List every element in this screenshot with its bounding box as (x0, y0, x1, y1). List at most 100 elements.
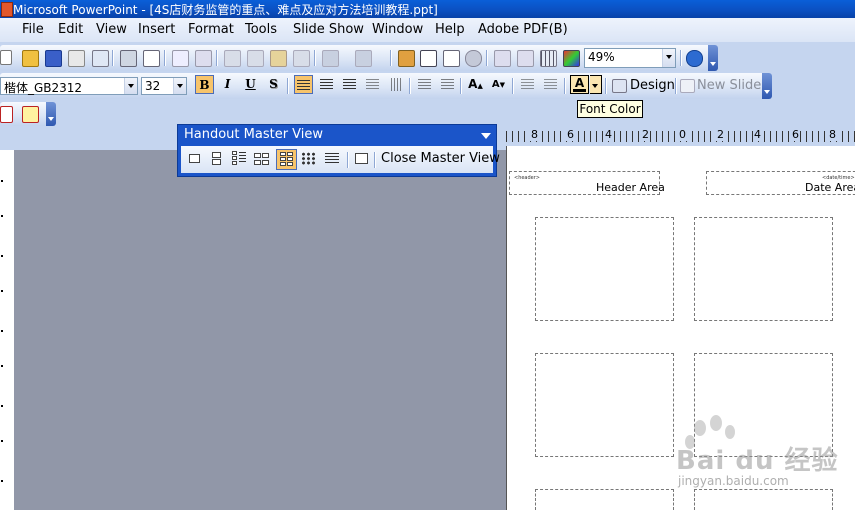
watermark-brand: Bai du 经验 (676, 446, 839, 476)
cut-icon[interactable] (224, 50, 241, 67)
slide-placeholder-3[interactable] (535, 353, 674, 457)
menu-slide-show[interactable]: Slide Show (293, 22, 364, 37)
layout-cell (280, 162, 286, 166)
menu-file[interactable]: File (22, 22, 44, 37)
bold-button[interactable]: B (195, 75, 214, 94)
zoom-dropdown-icon[interactable] (662, 49, 675, 67)
menu-edit[interactable]: Edit (58, 22, 83, 37)
ruler-label: 0 (678, 128, 687, 141)
slide-placeholder-1[interactable] (535, 217, 674, 321)
open-icon[interactable] (22, 50, 39, 67)
undo-icon[interactable] (322, 50, 339, 67)
outline-layout-button[interactable] (324, 151, 339, 166)
menu-help[interactable]: Help (435, 22, 465, 37)
font-size-dropdown-icon[interactable] (173, 78, 186, 94)
date-placeholder[interactable]: <date/time> Date Area (706, 171, 855, 195)
print-icon[interactable] (120, 50, 137, 67)
nine-slides-per-page-button[interactable] (301, 151, 316, 166)
menu-window[interactable]: Window (372, 22, 423, 37)
toolbar-options-icon[interactable] (481, 133, 491, 139)
new-slide-icon[interactable] (680, 79, 695, 93)
six-slides-per-page-button[interactable] (276, 149, 297, 170)
menu-insert[interactable]: Insert (138, 22, 175, 37)
new-slide-button[interactable]: New Slide (697, 78, 761, 93)
insert-chart-icon[interactable] (398, 50, 415, 67)
menu-adobe-pdf[interactable]: Adobe PDF(B) (478, 22, 568, 37)
ruler-mark (1, 365, 3, 367)
title-bar: Microsoft PowerPoint - [4S店财务监管的重点、难点及应对… (0, 0, 855, 18)
convert-to-pdf-icon[interactable] (0, 106, 13, 123)
header-placeholder[interactable]: <header> Header Area (509, 171, 665, 195)
menu-tools[interactable]: Tools (245, 22, 277, 37)
copy-icon[interactable] (247, 50, 264, 67)
save-icon[interactable] (45, 50, 62, 67)
numbering-button[interactable] (415, 75, 434, 94)
zoom-value: 49% (588, 50, 615, 64)
insert-diagram-icon[interactable] (465, 50, 482, 67)
align-right-button[interactable] (340, 75, 359, 94)
font-color-button[interactable]: A (570, 75, 589, 94)
tables-borders-icon[interactable] (443, 50, 460, 67)
justify-button[interactable] (363, 75, 382, 94)
nine-grid-icon (301, 152, 316, 165)
redo-icon[interactable] (355, 50, 372, 67)
design-button[interactable]: Design (630, 78, 675, 93)
new-icon[interactable] (0, 50, 12, 65)
center-button[interactable] (317, 75, 336, 94)
spelling-icon[interactable] (172, 50, 189, 67)
align-left-button[interactable] (294, 75, 313, 94)
italic-button[interactable]: I (218, 75, 237, 94)
font-color-dropdown[interactable] (590, 75, 602, 94)
toolbar-options-icon[interactable] (46, 102, 56, 126)
menu-view[interactable]: View (96, 22, 127, 37)
text-direction-button[interactable] (386, 75, 405, 94)
font-dropdown-icon[interactable] (124, 78, 137, 94)
show-formatting-icon[interactable] (517, 50, 534, 67)
formatting-toolbar: 楷体_GB2312 32 B I U S A▲ A▼ A Design New … (0, 73, 772, 99)
color-grayscale-icon[interactable] (563, 50, 580, 67)
insert-table-icon[interactable] (420, 50, 437, 67)
menu-format[interactable]: Format (188, 22, 234, 37)
expand-all-icon[interactable] (494, 50, 511, 67)
increase-font-size-button[interactable]: A▲ (466, 75, 485, 94)
header-area-label: Header Area (596, 181, 665, 194)
slide-placeholder-2[interactable] (694, 217, 833, 321)
slide-placeholder-5[interactable] (535, 489, 674, 510)
two-slides-per-page-button[interactable] (209, 151, 224, 166)
print-preview-icon[interactable] (143, 50, 160, 67)
research-icon[interactable] (195, 50, 212, 67)
menu-bar: File Edit View Insert Format Tools Slide… (0, 18, 855, 42)
pdf-toolbar (0, 102, 56, 126)
zoom-combo[interactable]: 49% (584, 48, 676, 68)
one-slide-per-page-button[interactable] (187, 151, 202, 166)
format-painter-icon[interactable] (293, 50, 310, 67)
bullets-button[interactable] (438, 75, 457, 94)
decrease-indent-button[interactable] (518, 75, 537, 94)
handout-master-layout-button[interactable] (354, 151, 369, 166)
help-icon[interactable] (686, 50, 703, 67)
ruler-label: 4 (604, 128, 613, 141)
toolbar-options-icon[interactable] (708, 45, 718, 71)
layout-cell (212, 159, 221, 165)
font-size-combo[interactable]: 32 (141, 77, 187, 95)
close-master-view-button[interactable]: Close Master View (381, 151, 500, 166)
convert-and-email-pdf-icon[interactable] (22, 106, 39, 123)
ruler-label: 2 (641, 128, 650, 141)
handout-master-toolbar[interactable]: Handout Master View Close Master View (177, 124, 500, 177)
permission-icon[interactable] (68, 50, 85, 67)
shadow-button[interactable]: S (264, 75, 283, 94)
decrease-font-size-button[interactable]: A▼ (489, 75, 508, 94)
work-area[interactable] (14, 150, 506, 510)
design-icon[interactable] (612, 79, 627, 93)
email-icon[interactable] (92, 50, 109, 67)
font-value: 楷体_GB2312 (4, 81, 83, 95)
paste-icon[interactable] (270, 50, 287, 67)
ruler-mark (1, 440, 3, 442)
underline-button[interactable]: U (241, 75, 260, 94)
four-slides-per-page-button[interactable] (254, 151, 269, 166)
three-slides-per-page-button[interactable] (231, 151, 246, 166)
font-combo[interactable]: 楷体_GB2312 (0, 77, 138, 95)
toolbar-options-icon[interactable] (762, 73, 772, 99)
show-grid-icon[interactable] (540, 50, 557, 67)
increase-indent-button[interactable] (541, 75, 560, 94)
